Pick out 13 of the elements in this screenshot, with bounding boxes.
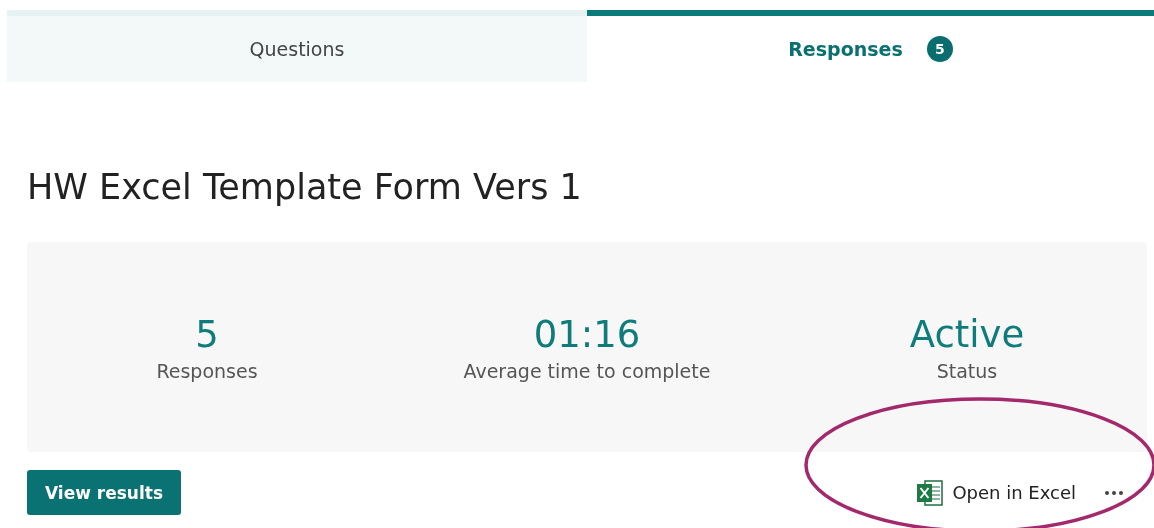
spreadsheet-icon [916, 478, 945, 507]
count-badge: 5 [926, 36, 953, 62]
stat-label: Average time to complete [463, 359, 711, 382]
more-options-icon[interactable] [1104, 489, 1124, 496]
stat-label: Responses [156, 359, 258, 382]
view-results-button[interactable]: View results [27, 470, 181, 515]
stat-value: 5 [195, 312, 219, 356]
stat-label: Status [936, 359, 998, 382]
form-title: HW Excel Template Form Vers 1 [27, 166, 583, 208]
stat-value: 01:16 [533, 312, 641, 356]
tab[interactable]: Questions [7, 10, 587, 82]
stat-value: Active [909, 312, 1025, 356]
open-in-excel-button[interactable]: Open in Excel [916, 478, 1076, 507]
